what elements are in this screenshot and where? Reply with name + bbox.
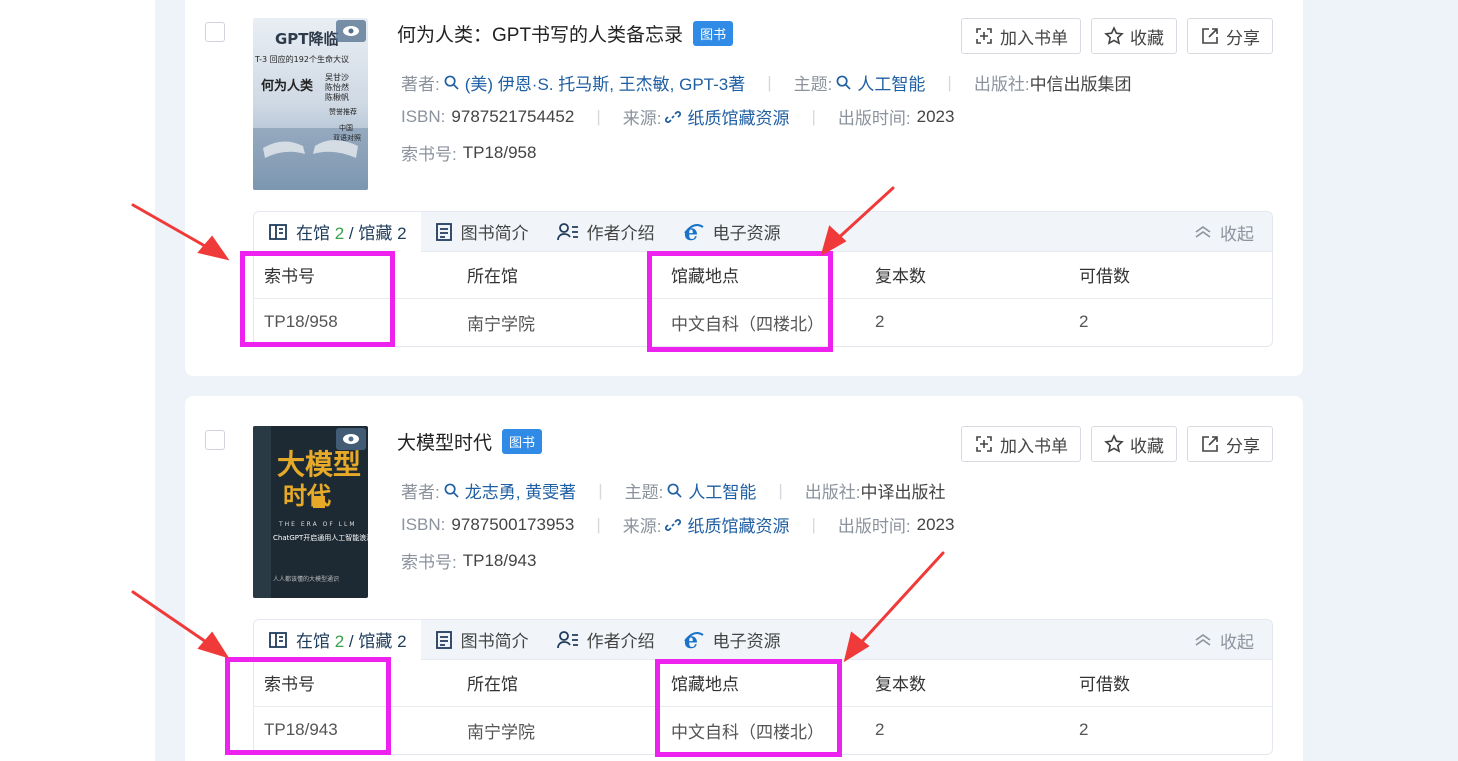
arrow-head-location-1 — [820, 225, 847, 257]
arrow-location-2 — [855, 551, 945, 649]
arrow-callno-1 — [131, 203, 214, 252]
annotation-arrows — [131, 186, 945, 663]
arrow-callno-2 — [131, 590, 214, 648]
arrow-location-1 — [832, 186, 895, 244]
arrow-head-callno-1 — [197, 235, 230, 261]
arrow-head-callno-2 — [197, 631, 230, 659]
